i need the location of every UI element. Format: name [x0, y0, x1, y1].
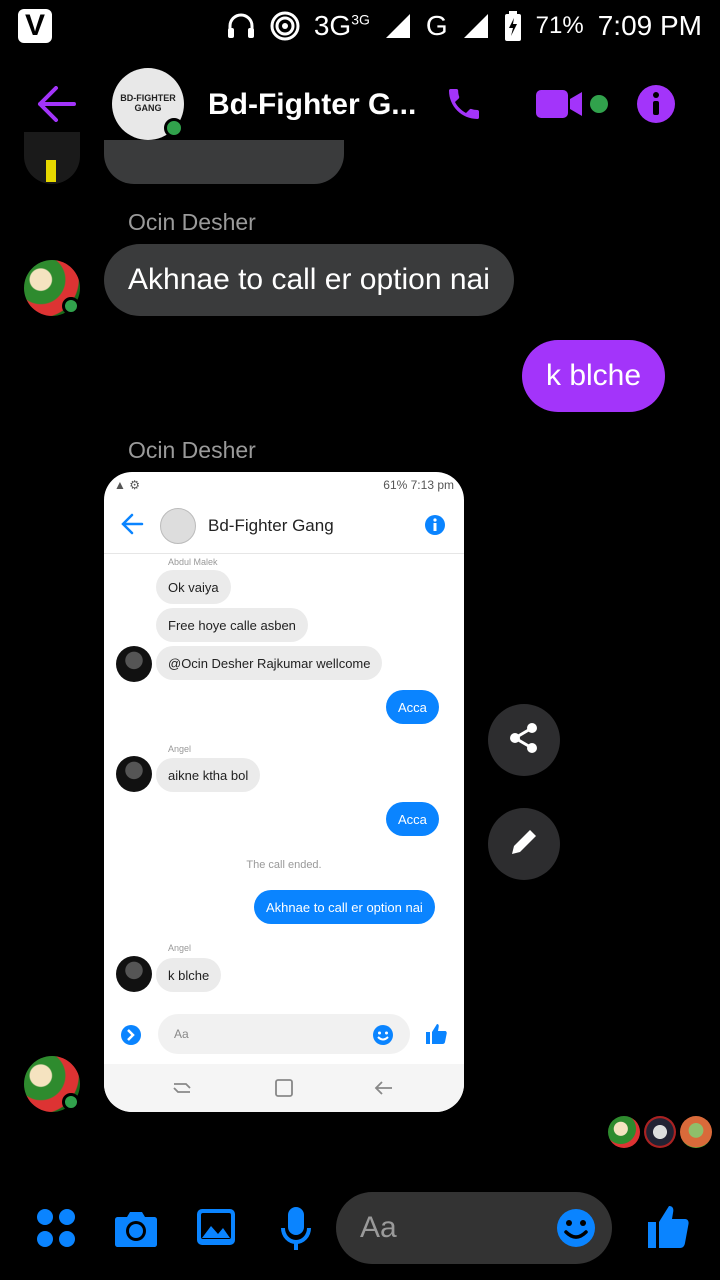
conversation-header: BD-FIGHTER GANG Bd-Fighter G...: [0, 60, 720, 150]
message-bubble-incoming[interactable]: Akhnae to call er option nai: [104, 244, 514, 316]
carrier-logo: V: [18, 9, 52, 43]
message-bubble: @Ocin Desher Rajkumar wellcome: [156, 646, 383, 680]
read-receipt-avatar: [608, 1116, 640, 1148]
message-composer: Aa: [0, 1192, 720, 1264]
message-bubble-outgoing: Acca: [386, 802, 439, 836]
avatar: [116, 646, 152, 682]
read-receipt-avatar: [644, 1116, 676, 1148]
pencil-icon: [508, 826, 540, 863]
read-receipt-avatar: [680, 1116, 712, 1148]
info-icon[interactable]: [636, 84, 676, 129]
signal-icon: [384, 12, 412, 40]
online-indicator: [62, 297, 80, 315]
screenshot-composer: Aa: [104, 1012, 464, 1058]
screenshot-status-bar: ▲ ⚙ 61% 7:13 pm: [114, 478, 454, 492]
emoji-icon[interactable]: [556, 1208, 596, 1253]
back-arrow-icon[interactable]: [36, 86, 76, 127]
back-icon: [374, 1080, 394, 1101]
avatar: [116, 756, 152, 792]
edit-button[interactable]: [488, 808, 560, 880]
signal-icon-2: [462, 12, 490, 40]
message-bubble-outgoing: Akhnae to call er option nai: [254, 890, 435, 924]
group-avatar: [160, 508, 196, 544]
thumbs-up-icon[interactable]: [646, 1204, 690, 1255]
online-indicator: [62, 1093, 80, 1111]
network-type-2: G: [425, 10, 448, 41]
sender-name: Angel: [168, 744, 192, 754]
share-icon: [507, 721, 541, 760]
microphone-icon[interactable]: [280, 1206, 312, 1257]
phone-call-icon[interactable]: [444, 84, 484, 129]
video-online-indicator: [590, 95, 608, 113]
share-button[interactable]: [488, 704, 560, 776]
message-bubble-outgoing: Acca: [386, 690, 439, 724]
sender-name: Ocin Desher: [128, 437, 256, 463]
thumbs-up-icon: [424, 1022, 448, 1051]
message-bubble: k blche: [156, 958, 222, 992]
expand-icon: [120, 1024, 142, 1051]
message-bubble-partial[interactable]: [104, 140, 344, 184]
emoji-icon: [372, 1024, 394, 1051]
home-square-icon: [274, 1078, 294, 1103]
video-call-icon[interactable]: [536, 88, 586, 125]
headphones-icon: [226, 12, 256, 40]
message-bubble: aikne ktha bol: [156, 758, 261, 792]
gallery-icon[interactable]: [196, 1208, 236, 1251]
hotspot-icon: [270, 11, 300, 41]
status-bar: V 3G3G G 71% 7:09 PM: [0, 0, 720, 52]
screenshot-header: Bd-Fighter Gang: [104, 498, 464, 554]
online-indicator: [164, 118, 184, 138]
screenshot-nav-bar: [104, 1064, 464, 1112]
call-ended-notice: The call ended.: [246, 859, 322, 871]
message-bubble: Ok vaiya: [156, 570, 231, 604]
avatar[interactable]: [24, 132, 80, 184]
sender-name: Abdul Malek: [168, 557, 218, 567]
back-arrow-icon: [120, 512, 144, 541]
message-bubble-outgoing[interactable]: k blche: [522, 340, 666, 412]
battery-level: 71%: [535, 12, 584, 39]
battery-charging-icon: [504, 11, 522, 41]
network-type-1: 3G3G: [313, 10, 370, 41]
screenshot-title: Bd-Fighter Gang: [208, 516, 334, 535]
sender-name: Ocin Desher: [128, 209, 256, 235]
camera-icon[interactable]: [114, 1208, 158, 1253]
avatar: [116, 956, 152, 992]
info-icon: [424, 514, 446, 541]
shared-screenshot-image[interactable]: ▲ ⚙ 61% 7:13 pm Bd-Fighter Gang Abdul Ma…: [104, 472, 464, 1112]
conversation-title[interactable]: Bd-Fighter G...: [208, 88, 416, 122]
clock: 7:09 PM: [597, 10, 702, 41]
message-bubble: Free hoye calle asben: [156, 608, 308, 642]
recents-icon: [172, 1080, 192, 1101]
menu-dots-icon[interactable]: [36, 1208, 76, 1253]
sender-name: Angel: [168, 943, 192, 953]
